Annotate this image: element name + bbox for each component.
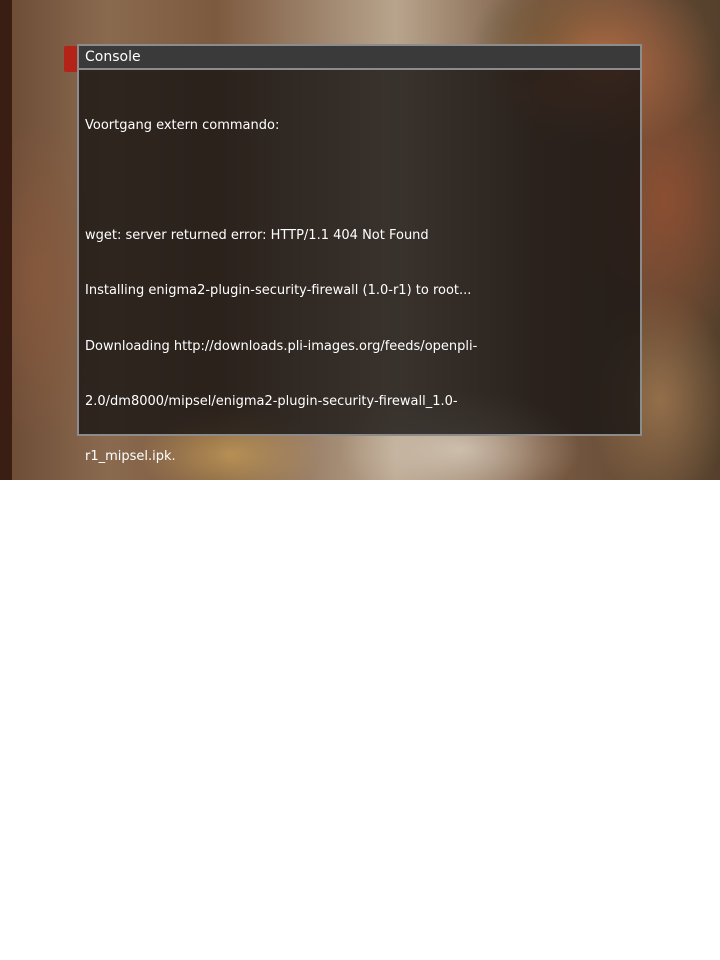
console-window: Console Voortgang extern commando: wget:… (77, 44, 642, 960)
console-line: Installing enigma2-plugin-security-firew… (85, 283, 472, 299)
console-line: wget: server returned error: HTTP/1.1 40… (85, 228, 429, 244)
console-title: Console (79, 46, 640, 70)
console-line: * opkg_download: Failed to download http… (85, 559, 470, 575)
console-line: Downloading http://downloads.pli-images.… (85, 338, 478, 354)
channel-logo (64, 46, 78, 72)
console-line: * opkg_install_cmd: Cannot install packa… (85, 835, 480, 851)
console-line: Voortgang voltooid! (85, 945, 214, 960)
console-line: r1_mipsel.ipk. (85, 449, 176, 465)
console-line: firewall. Perhaps you need to run 'opkg … (85, 780, 400, 796)
console-line: * opkg_install_pkg: Failed to download e… (85, 725, 506, 741)
console-line: images.org/feeds/openpli-2.0/dm8000/mips… (85, 614, 492, 630)
console-line: 2.0/dm8000/mipsel/enigma2-plugin-securit… (85, 393, 458, 409)
video-edge (0, 0, 12, 480)
console-line: Collected errors: (85, 504, 193, 520)
console-line: security-firewall. (85, 890, 193, 906)
console-line: security-firewall_1.0-r1_mipsel.ipk, wge… (85, 669, 424, 685)
console-output[interactable]: Voortgang extern commando: wget: server … (79, 70, 640, 960)
console-line: Voortgang extern commando: (85, 117, 280, 133)
